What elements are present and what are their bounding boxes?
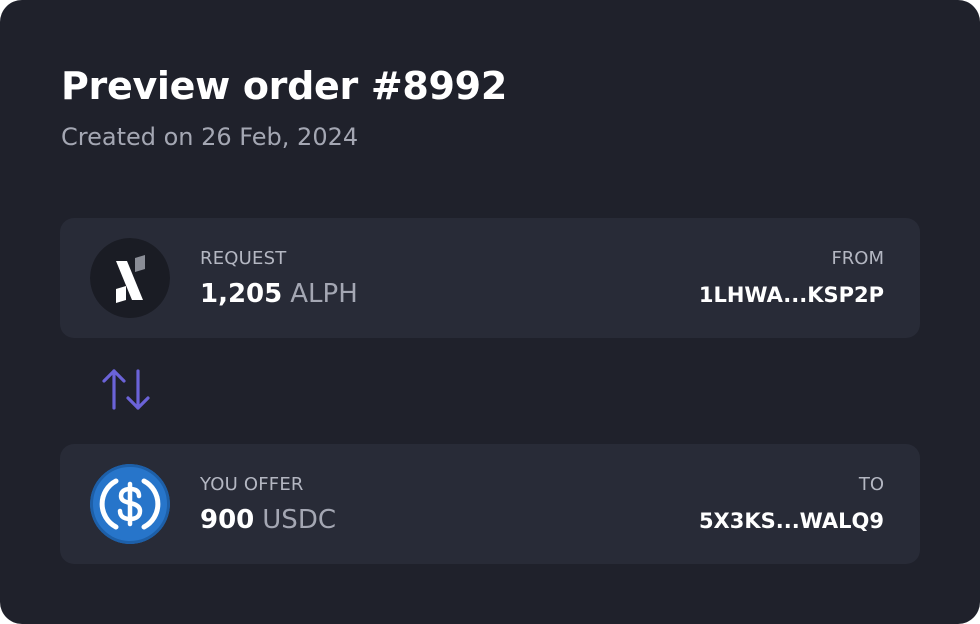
offer-amount-value: 900	[200, 505, 255, 535]
request-label: REQUEST	[200, 248, 287, 269]
offer-amount-symbol: USDC	[262, 505, 336, 535]
offer-label: YOU OFFER	[200, 474, 304, 495]
offer-amount: 900 USDC	[200, 505, 336, 535]
to-address[interactable]: 5X3KS...WALQ9	[699, 509, 884, 533]
request-amount-symbol: ALPH	[290, 279, 358, 309]
order-preview-card: Preview order #8992 Created on 26 Feb, 2…	[0, 0, 980, 624]
swap-arrows-icon[interactable]	[100, 364, 152, 416]
page-title: Preview order #8992	[61, 64, 507, 108]
from-address[interactable]: 1LHWA...KSP2P	[699, 283, 884, 307]
alph-token-icon	[90, 238, 170, 318]
request-amount-value: 1,205	[200, 279, 283, 309]
to-label: TO	[858, 474, 884, 495]
request-amount: 1,205 ALPH	[200, 279, 358, 309]
from-label: FROM	[831, 248, 884, 269]
usdc-token-icon	[90, 464, 170, 544]
created-date: Created on 26 Feb, 2024	[61, 123, 359, 151]
offer-panel: YOU OFFER 900 USDC TO 5X3KS...WALQ9	[60, 444, 920, 564]
request-panel: REQUEST 1,205 ALPH FROM 1LHWA...KSP2P	[60, 218, 920, 338]
